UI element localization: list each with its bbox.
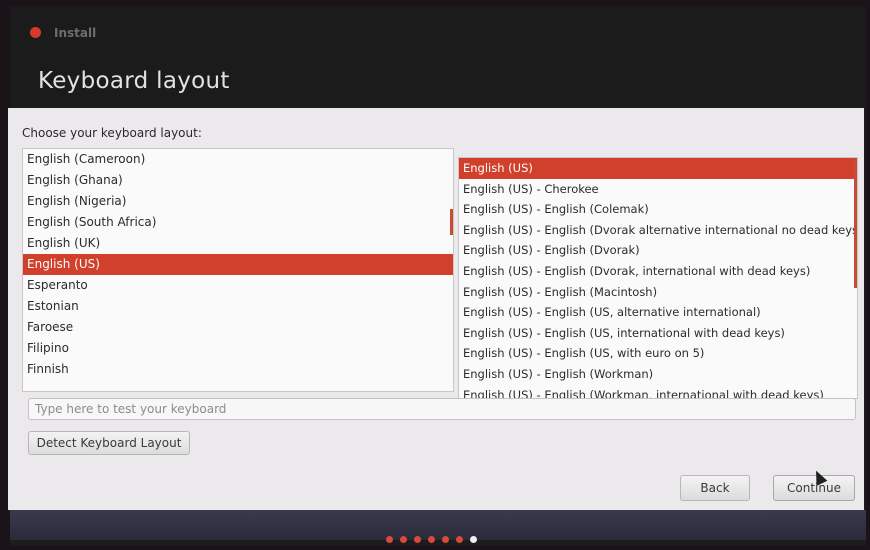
layout-list-scrollbar[interactable] bbox=[450, 209, 453, 235]
progress-step-dot bbox=[400, 536, 407, 543]
layout-list-item[interactable]: English (South Africa) bbox=[23, 212, 453, 233]
variant-list-item[interactable]: English (US) - English (Dvorak alternati… bbox=[459, 220, 857, 241]
keyboard-test-input[interactable] bbox=[28, 398, 856, 420]
variant-list-item[interactable]: English (US) - English (US, internationa… bbox=[459, 323, 857, 344]
progress-dots bbox=[386, 536, 477, 543]
layout-list-item[interactable]: Finnish bbox=[23, 359, 453, 380]
layout-list-item[interactable]: Estonian bbox=[23, 296, 453, 317]
app-title: Install bbox=[54, 26, 97, 40]
detect-keyboard-layout-button[interactable]: Detect Keyboard Layout bbox=[28, 431, 190, 455]
variant-list-item[interactable]: English (US) - English (Macintosh) bbox=[459, 282, 857, 303]
layout-list-item[interactable]: English (UK) bbox=[23, 233, 453, 254]
progress-step-dot bbox=[456, 536, 463, 543]
content-area: Choose your keyboard layout: English (Ca… bbox=[8, 108, 864, 510]
variant-list-scrollbar[interactable] bbox=[854, 158, 857, 288]
progress-step-dot bbox=[442, 536, 449, 543]
layout-prompt: Choose your keyboard layout: bbox=[22, 126, 202, 140]
layout-list-item[interactable]: English (Ghana) bbox=[23, 170, 453, 191]
progress-step-dot bbox=[386, 536, 393, 543]
variant-list-item[interactable]: English (US) - English (Dvorak, internat… bbox=[459, 261, 857, 282]
variant-list-item[interactable]: English (US) - English (Workman, interna… bbox=[459, 385, 857, 398]
layout-list-item[interactable]: English (Nigeria) bbox=[23, 191, 453, 212]
variant-list[interactable]: English (US) English (US) - Cherokee Engli… bbox=[458, 157, 858, 399]
title-bar: Install Keyboard layout bbox=[10, 6, 866, 106]
layout-list-item[interactable]: Esperanto bbox=[23, 275, 453, 296]
layout-list-item[interactable]: Filipino bbox=[23, 338, 453, 359]
layout-list-item[interactable]: Faroese bbox=[23, 317, 453, 338]
variant-list-item[interactable]: English (US) - English (US, alternative … bbox=[459, 302, 857, 323]
page-title: Keyboard layout bbox=[38, 68, 230, 94]
progress-step-dot bbox=[428, 536, 435, 543]
variant-list-item[interactable]: English (US) - Cherokee bbox=[459, 179, 857, 200]
layout-list-item[interactable]: English (Cameroon) bbox=[23, 149, 453, 170]
variant-list-item[interactable]: English (US) - English (Workman) bbox=[459, 364, 857, 385]
variant-list-item[interactable]: English (US) - English (US, with euro on… bbox=[459, 343, 857, 364]
layout-list-item[interactable]: English (US) bbox=[23, 254, 453, 275]
variant-list-item[interactable]: English (US) - English (Dvorak) bbox=[459, 240, 857, 261]
progress-step-dot bbox=[414, 536, 421, 543]
layout-list[interactable]: English (Cameroon) English (Ghana) English… bbox=[22, 148, 454, 392]
back-button[interactable]: Back bbox=[680, 475, 750, 501]
variant-list-item[interactable]: English (US) bbox=[459, 158, 857, 179]
progress-step-dot bbox=[470, 536, 477, 543]
close-icon[interactable] bbox=[30, 27, 41, 38]
variant-list-item[interactable]: English (US) - English (Colemak) bbox=[459, 199, 857, 220]
progress-bar bbox=[10, 510, 866, 543]
